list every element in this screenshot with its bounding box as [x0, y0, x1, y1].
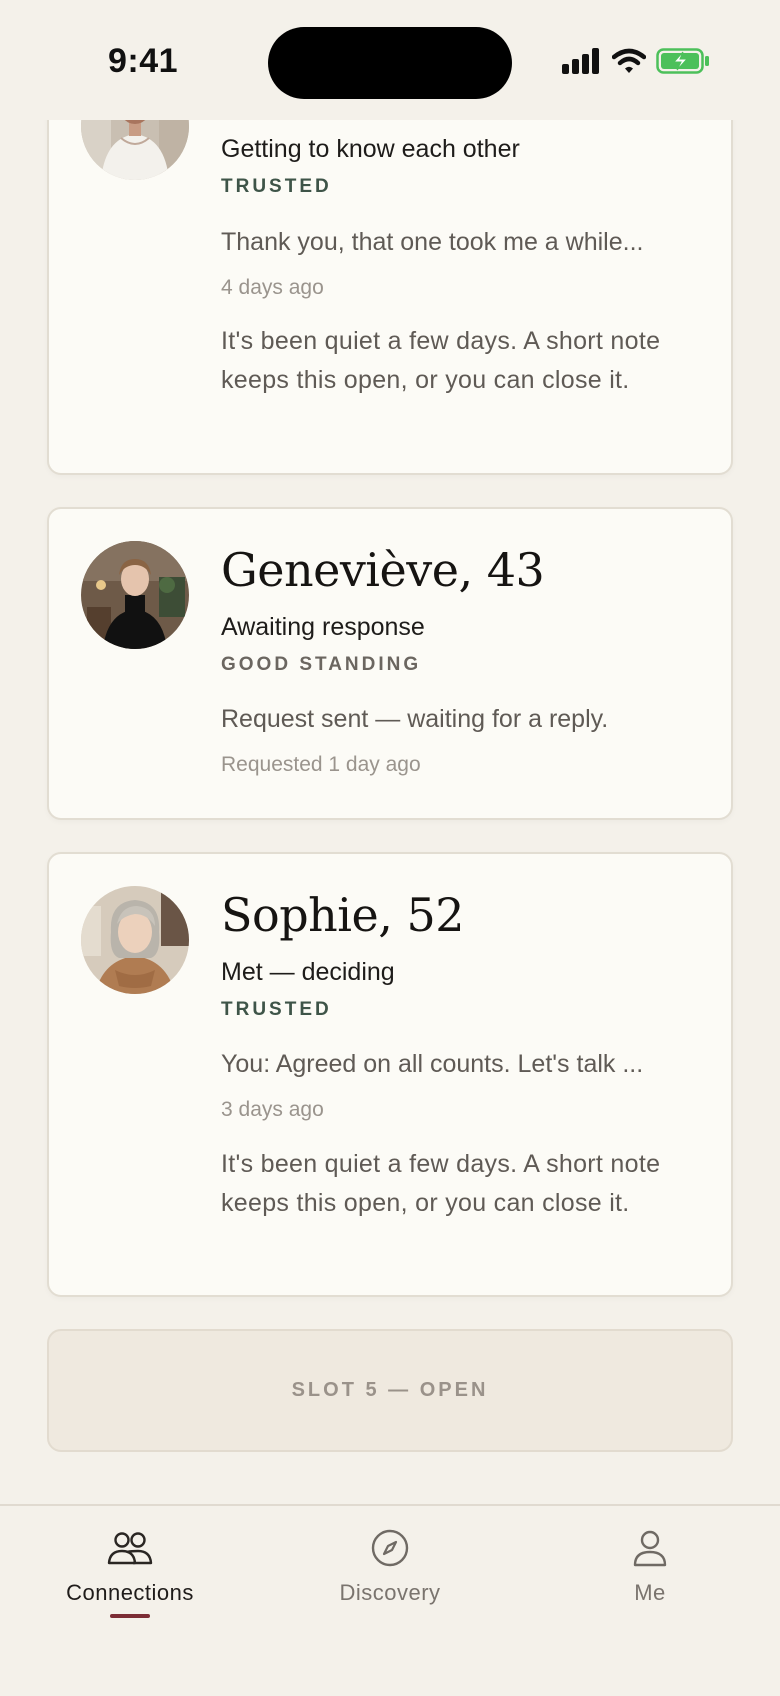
connection-status: Getting to know each other — [221, 135, 520, 163]
tab-discovery[interactable]: Discovery — [290, 1526, 490, 1606]
person-icon — [633, 1530, 667, 1567]
standing-badge: GOOD STANDING — [221, 653, 422, 675]
compass-icon — [371, 1529, 409, 1567]
quiet-nudge: It's been quiet a few days. A short note… — [221, 1149, 661, 1217]
avatar — [81, 541, 189, 649]
tab-me[interactable]: Me — [550, 1526, 750, 1606]
quiet-nudge: It's been quiet a few days. A short note… — [221, 326, 661, 394]
connection-status: Met — deciding — [221, 957, 395, 986]
connection-name: Geneviève, 43 — [221, 543, 545, 597]
standing-badge: TRUSTED — [221, 998, 332, 1020]
message-preview: Thank you, that one took me a while... — [221, 227, 644, 256]
status-bar: 9:41 — [0, 0, 780, 120]
tab-bar: Connections Discovery Me — [0, 1504, 780, 1696]
signal-icon — [562, 48, 599, 74]
dynamic-island — [268, 27, 512, 99]
message-preview: Request sent — waiting for a reply. — [221, 705, 609, 734]
tab-label: Discovery — [339, 1580, 441, 1605]
connection-name: Sophie, 52 — [221, 888, 465, 942]
active-tab-indicator — [110, 1614, 150, 1618]
timestamp: Requested 1 day ago — [221, 753, 421, 777]
connections-list[interactable]: Getting to know each other TRUSTED Thank… — [0, 0, 780, 1504]
timestamp: 4 days ago — [221, 275, 324, 299]
open-slot-label: SLOT 5 — OPEN — [291, 1379, 489, 1401]
tab-label: Connections — [66, 1580, 194, 1605]
wifi-icon — [612, 48, 646, 73]
message-preview: You: Agreed on all counts. Let's talk ..… — [221, 1050, 644, 1079]
tab-connections[interactable]: Connections — [30, 1526, 230, 1606]
timestamp: 3 days ago — [221, 1098, 324, 1122]
battery-charging-icon — [656, 48, 709, 74]
standing-badge: TRUSTED — [221, 176, 332, 197]
connection-card[interactable]: Geneviève, 43 Awaiting response GOOD STA… — [47, 507, 733, 820]
open-slot[interactable]: SLOT 5 — OPEN — [47, 1329, 733, 1452]
people-icon — [107, 1532, 153, 1565]
connection-status: Awaiting response — [221, 612, 425, 641]
connection-card[interactable]: Sophie, 52 Met — deciding TRUSTED You: A… — [47, 852, 733, 1297]
avatar — [81, 886, 189, 994]
status-time: 9:41 — [108, 42, 179, 80]
tab-label: Me — [634, 1580, 666, 1605]
